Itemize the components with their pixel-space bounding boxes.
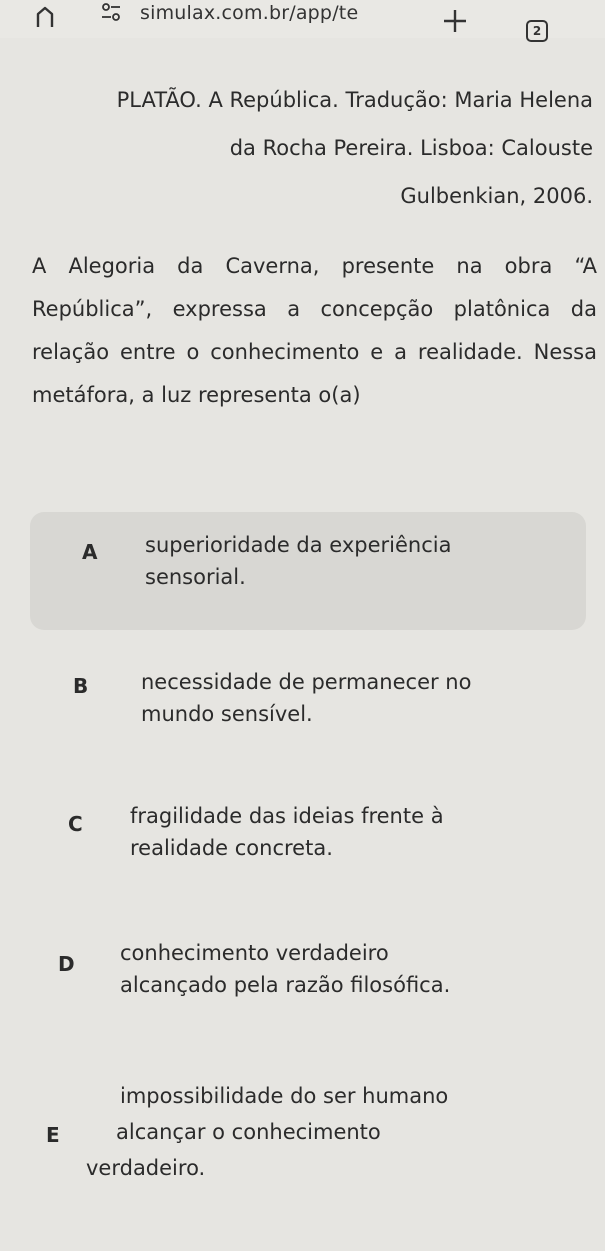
option-letter: B: [73, 674, 89, 698]
option-letter: A: [82, 540, 98, 564]
browser-toolbar: simulax.com.br/app/te 2: [0, 0, 605, 42]
option-line: conhecimento verdadeiro: [120, 941, 389, 965]
new-tab-plus-icon[interactable]: [438, 4, 472, 34]
option-line: verdadeiro.: [86, 1156, 206, 1180]
option-line: superioridade da experiência: [145, 533, 452, 557]
option-line: alcançar o conhecimento: [116, 1120, 381, 1144]
option-text: conhecimento verdadeiro alcançado pela r…: [120, 937, 450, 1001]
option-b[interactable]: B necessidade de permanecer no mundo sen…: [30, 652, 586, 752]
option-line: mundo sensível.: [141, 702, 313, 726]
option-line: impossibilidade do ser humano: [120, 1084, 449, 1108]
source-citation: PLATÃO. A República. Tradução: Maria Hel…: [33, 76, 593, 220]
option-text: impossibilidade do ser humano alcançar o…: [86, 1078, 449, 1186]
option-text: superioridade da experiência sensorial.: [145, 529, 451, 593]
option-letter: E: [46, 1123, 60, 1147]
option-line: sensorial.: [145, 565, 246, 589]
url-bar[interactable]: simulax.com.br/app/te: [140, 0, 410, 26]
citation-line: PLATÃO. A República. Tradução: Maria Hel…: [116, 88, 593, 112]
option-text: fragilidade das ideias frente à realidad…: [130, 800, 444, 864]
home-icon[interactable]: [25, 3, 65, 31]
option-c[interactable]: C fragilidade das ideias frente à realid…: [30, 790, 586, 890]
option-text: necessidade de permanecer no mundo sensí…: [141, 666, 471, 730]
option-letter: C: [68, 812, 83, 836]
citation-line: Gulbenkian, 2006.: [400, 184, 593, 208]
tab-switcher-button[interactable]: 2: [526, 20, 548, 42]
option-d[interactable]: D conhecimento verdadeiro alcançado pela…: [30, 928, 586, 1028]
citation-line: da Rocha Pereira. Lisboa: Calouste: [229, 136, 593, 160]
site-settings-icon[interactable]: [100, 2, 122, 26]
option-line: fragilidade das ideias frente à: [130, 804, 444, 828]
option-line: realidade concreta.: [130, 836, 333, 860]
option-line: necessidade de permanecer no: [141, 670, 472, 694]
option-line: alcançado pela razão filosófica.: [120, 973, 451, 997]
option-letter: D: [58, 952, 75, 976]
option-e[interactable]: E impossibilidade do ser humano alcançar…: [30, 1068, 586, 1198]
option-a[interactable]: A superioridade da experiência sensorial…: [30, 512, 586, 630]
question-statement: A Alegoria da Caverna, presente na obra …: [32, 254, 597, 407]
